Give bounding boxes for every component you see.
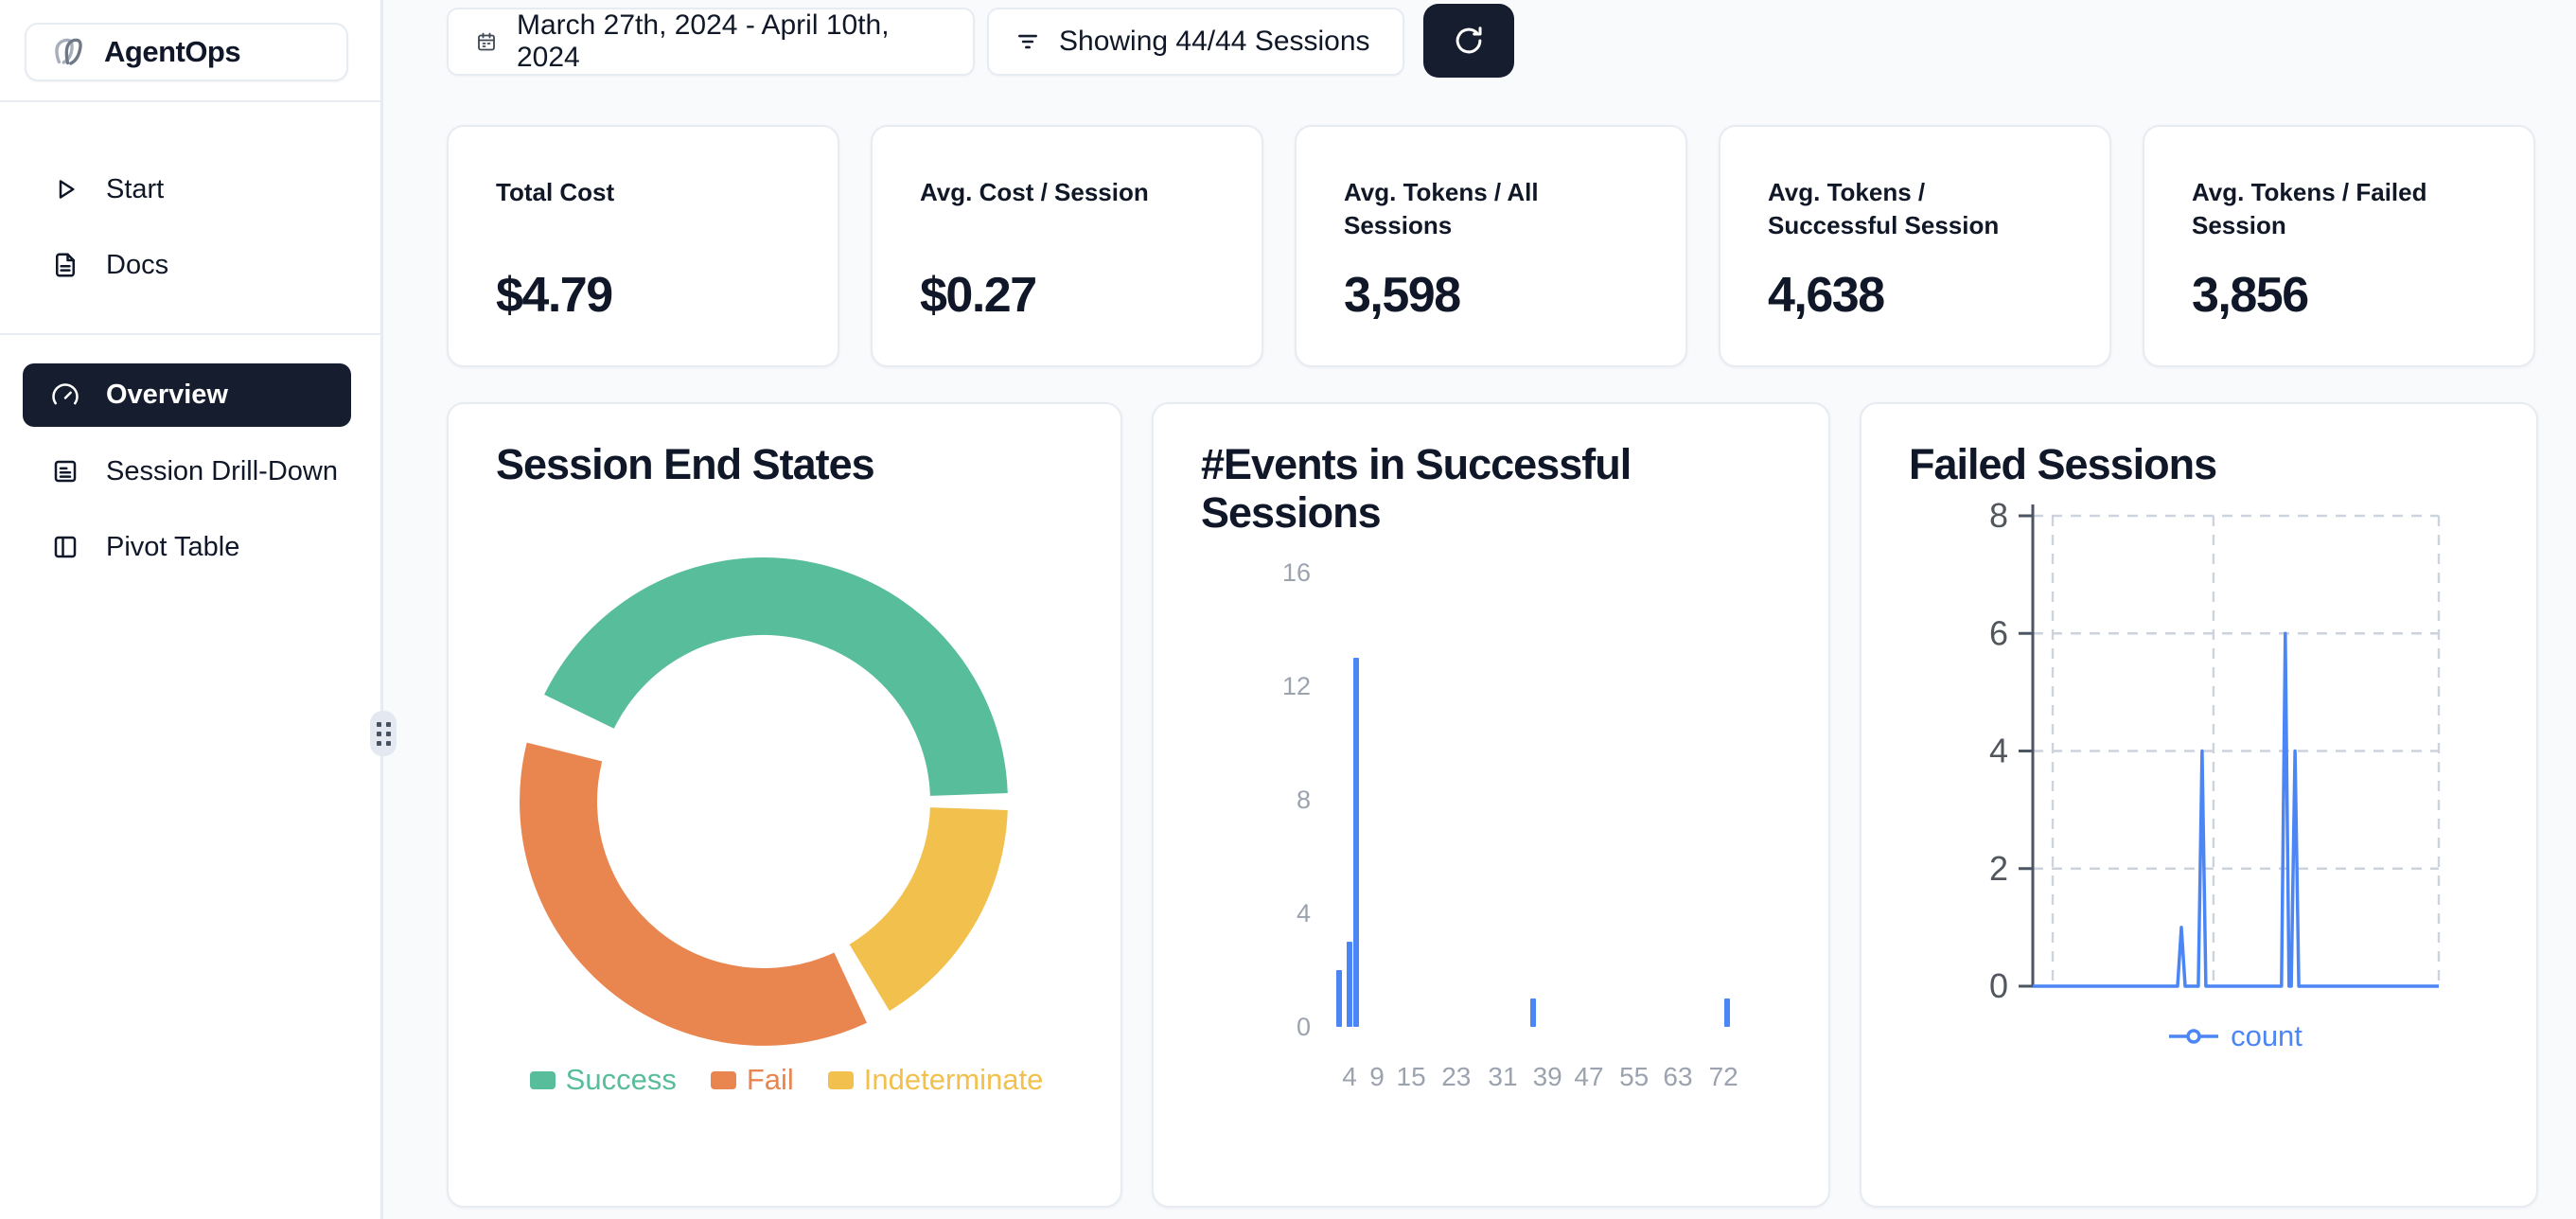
chart-title: #Events in Successful Sessions [1201,440,1731,538]
legend-item-fail[interactable]: Fail [711,1063,794,1097]
session-filter-label: Showing 44/44 Sessions [1059,26,1370,58]
y-tick-label: 2 [1989,849,2008,888]
legend-item-success[interactable]: Success [530,1063,677,1097]
failed-sessions-line-plot[interactable]: 8 6 4 2 0 [1861,404,2540,1210]
stat-label: Avg. Tokens / All Sessions [1344,176,1637,242]
sidebar-divider [0,100,380,102]
stat-card-total-cost: Total Cost $4.79 [447,125,839,367]
donut-segment-indeterminate[interactable] [850,807,1008,1011]
date-range-button[interactable]: March 27th, 2024 - April 10th, 2024 [447,8,975,76]
stat-value: $4.79 [496,267,612,324]
refresh-button[interactable] [1423,4,1514,78]
sidebar-item-label: Overview [106,380,228,411]
x-tick-label: 72 [1709,1061,1738,1093]
agentops-logo[interactable]: AgentOps [25,23,348,81]
document-icon [51,251,79,279]
count-legend[interactable]: count [2033,1019,2439,1053]
x-tick-label: 31 [1488,1061,1517,1093]
paperclip-loops-icon [45,30,89,74]
legend-swatch [711,1071,736,1089]
gauge-icon [51,381,79,410]
x-tick-label: 15 [1397,1061,1426,1093]
legend-label: Success [566,1063,677,1097]
stat-label: Avg. Tokens / Successful Session [1768,176,2061,242]
list-box-icon [51,457,79,486]
sidebar-item-label: Docs [106,250,168,281]
legend-item-indeterminate[interactable]: Indeterminate [828,1063,1044,1097]
bar-x4[interactable] [1347,942,1352,1027]
sidebar: AgentOps Start Docs [0,0,383,1219]
calendar-icon [475,30,498,53]
y-tick-label: 4 [1210,898,1311,928]
y-tick-label: 4 [1989,732,2008,770]
events-in-successful-sessions-card: #Events in Successful Sessions 16 12 8 4 0 4… [1152,402,1830,1208]
rotate-cw-icon [1451,23,1487,59]
session-end-states-card: Session End States SuccessFailIndetermin… [447,402,1122,1208]
x-tick-label: 39 [1533,1061,1562,1093]
x-tick-label: 9 [1369,1061,1385,1093]
session-filter-button[interactable]: Showing 44/44 Sessions [987,8,1404,76]
x-axis-labels: 49 15 23 31 39 47 55 63 72 [1327,1061,1792,1099]
stat-label: Avg. Tokens / Failed Session [2192,176,2485,242]
stat-label: Avg. Cost / Session [920,176,1213,209]
donut-segment-success[interactable] [544,557,1008,796]
stat-value: $0.27 [920,267,1036,324]
y-tick-label: 6 [1989,613,2008,652]
legend-swatch [828,1071,854,1089]
y-tick-label: 8 [1210,785,1311,815]
grip-dots-icon [377,722,391,746]
sidebar-resize-handle[interactable] [370,711,397,756]
sidebar-item-label: Pivot Table [106,532,239,563]
stat-label: Total Cost [496,176,789,209]
legend-label: Fail [747,1063,794,1097]
legend-series-name: count [2231,1019,2303,1053]
sidebar-item-overview[interactable]: Overview [23,363,351,427]
panel-columns-icon [51,533,79,561]
y-tick-label: 0 [1989,966,2008,1005]
line-legend-glyph [2169,1029,2218,1044]
sidebar-item-docs[interactable]: Docs [23,235,351,295]
y-tick-label: 8 [1989,496,2008,535]
bar-x2[interactable] [1336,970,1342,1027]
donut-segment-fail[interactable] [520,743,867,1046]
stat-card-avg-tokens-failed: Avg. Tokens / Failed Session 3,856 [2143,125,2535,367]
x-tick-label: 47 [1574,1061,1603,1093]
stat-card-avg-cost-session: Avg. Cost / Session $0.27 [871,125,1263,367]
stat-value: 3,856 [2192,267,2308,324]
filter-lines-icon [1015,29,1040,54]
sidebar-item-label: Start [106,174,164,205]
stat-card-avg-tokens-successful: Avg. Tokens / Successful Session 4,638 [1719,125,2111,367]
stat-value: 4,638 [1768,267,1884,324]
sidebar-item-start[interactable]: Start [23,159,351,220]
y-tick-label: 16 [1210,557,1311,588]
bar-x5[interactable] [1353,658,1359,1027]
failed-sessions-card: Failed Sessions 86420 count [1860,402,2538,1208]
y-tick-label: 0 [1210,1012,1311,1042]
bar-x36[interactable] [1530,998,1536,1027]
y-axis-labels: 1612840 [1210,573,1311,1027]
date-range-label: March 27th, 2024 - April 10th, 2024 [517,9,946,74]
legend-swatch [530,1071,556,1089]
x-tick-label: 55 [1619,1061,1649,1093]
x-tick-label: 4 [1342,1061,1357,1093]
brand-name: AgentOps [104,35,240,69]
agentops-dashboard: AgentOps Start Docs [0,0,2576,1219]
events-bar-plot[interactable] [1327,573,1792,1027]
x-tick-label: 63 [1663,1061,1692,1093]
stat-value: 3,598 [1344,267,1460,324]
sidebar-item-session-drill-down[interactable]: Session Drill-Down [23,441,351,502]
donut-legend: Success Fail Indeterminate [449,1063,1124,1097]
count-line-series[interactable] [2033,633,2439,986]
session-end-states-donut[interactable] [449,404,1124,1057]
y-tick-label: 12 [1210,671,1311,701]
x-tick-label: 23 [1441,1061,1471,1093]
legend-label: Indeterminate [864,1063,1044,1097]
play-icon [51,175,79,203]
stat-card-avg-tokens-all: Avg. Tokens / All Sessions 3,598 [1295,125,1687,367]
bar-x72[interactable] [1724,998,1730,1027]
sidebar-item-label: Session Drill-Down [106,456,338,487]
sidebar-item-pivot-table[interactable]: Pivot Table [23,517,351,577]
sidebar-divider [0,333,380,335]
